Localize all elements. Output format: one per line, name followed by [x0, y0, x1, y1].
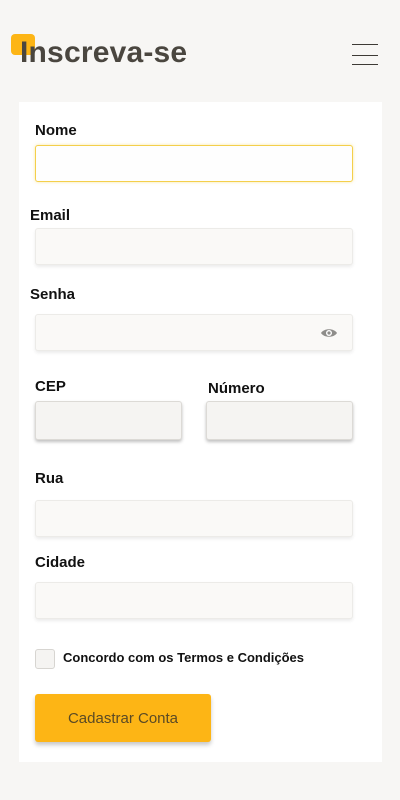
nome-label: Nome — [35, 122, 77, 139]
nome-field-wrapper — [35, 145, 353, 182]
cep-field-wrapper — [35, 401, 182, 440]
senha-field-wrapper — [35, 314, 353, 351]
cidade-input[interactable] — [36, 583, 352, 618]
menu-line — [352, 44, 378, 45]
menu-line — [352, 55, 378, 56]
cidade-label: Cidade — [35, 554, 86, 571]
hamburger-menu-icon[interactable] — [348, 40, 380, 70]
cidade-field-wrapper — [35, 582, 353, 619]
eye-icon[interactable] — [320, 327, 338, 339]
rua-input[interactable] — [36, 501, 352, 536]
terms-checkbox[interactable] — [35, 649, 55, 669]
app-header: Inscreva-se — [0, 0, 400, 100]
nome-input[interactable] — [36, 146, 352, 181]
menu-line — [352, 64, 378, 65]
cep-input[interactable] — [36, 402, 181, 439]
rua-field-wrapper — [35, 500, 353, 537]
cep-label: CEP — [35, 378, 66, 395]
rua-label: Rua — [35, 470, 64, 487]
numero-input[interactable] — [207, 402, 352, 439]
email-field-wrapper — [35, 228, 353, 265]
numero-field-wrapper — [206, 401, 353, 440]
terms-label[interactable]: Concordo com os Termos e Condições — [63, 650, 304, 665]
email-input[interactable] — [36, 229, 352, 264]
page-title: Inscreva-se — [20, 36, 188, 69]
numero-label: Número — [208, 380, 265, 397]
register-button[interactable]: Cadastrar Conta — [35, 694, 211, 742]
senha-label: Senha — [30, 286, 76, 303]
email-label: Email — [30, 207, 71, 224]
senha-input[interactable] — [36, 315, 352, 350]
